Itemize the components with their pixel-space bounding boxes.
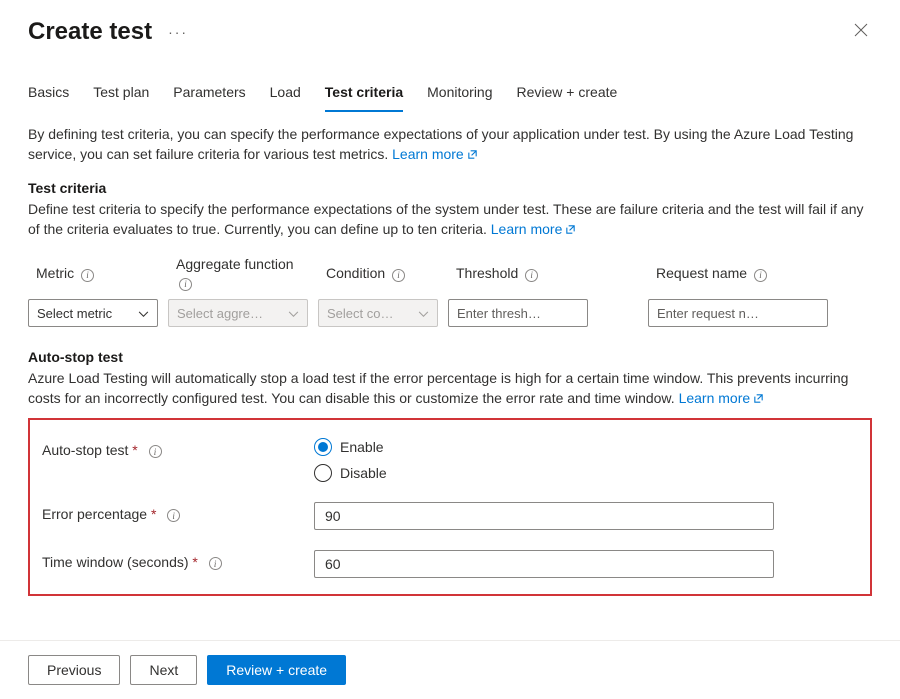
footer-bar: Previous Next Review + create xyxy=(0,640,900,699)
col-request-name: Request name i xyxy=(648,265,828,291)
test-criteria-title: Test criteria xyxy=(28,180,872,196)
info-icon[interactable]: i xyxy=(392,269,405,282)
test-criteria-desc-body: Define test criteria to specify the perf… xyxy=(28,201,863,237)
intro-learn-more-link[interactable]: Learn more xyxy=(392,146,478,162)
auto-stop-highlight: Auto-stop test * i Enable Disable Error … xyxy=(28,418,872,596)
tab-review-create[interactable]: Review + create xyxy=(517,84,618,112)
metric-select[interactable]: Select metric xyxy=(28,299,158,327)
chevron-down-icon xyxy=(418,306,429,321)
next-button[interactable]: Next xyxy=(130,655,197,685)
radio-enable[interactable]: Enable xyxy=(314,438,387,456)
tab-monitoring[interactable]: Monitoring xyxy=(427,84,492,112)
time-window-label: Time window (seconds) * i xyxy=(42,550,314,571)
error-percentage-label: Error percentage * i xyxy=(42,502,314,523)
request-name-input[interactable] xyxy=(648,299,828,327)
auto-stop-title: Auto-stop test xyxy=(28,349,872,365)
radio-disable[interactable]: Disable xyxy=(314,464,387,482)
info-icon[interactable]: i xyxy=(167,509,180,522)
previous-button[interactable]: Previous xyxy=(28,655,120,685)
condition-select[interactable]: Select co… xyxy=(318,299,438,327)
tab-load[interactable]: Load xyxy=(270,84,301,112)
col-metric: Metric i xyxy=(28,265,158,291)
info-icon[interactable]: i xyxy=(525,269,538,282)
close-icon[interactable] xyxy=(850,19,872,46)
tab-test-criteria[interactable]: Test criteria xyxy=(325,84,403,112)
col-threshold: Threshold i xyxy=(448,265,588,291)
auto-stop-desc: Azure Load Testing will automatically st… xyxy=(28,368,872,410)
info-icon[interactable]: i xyxy=(81,269,94,282)
tab-parameters[interactable]: Parameters xyxy=(173,84,245,112)
tabs-bar: Basics Test plan Parameters Load Test cr… xyxy=(0,54,900,112)
page-title: Create test xyxy=(28,18,152,46)
header-bar: Create test ··· xyxy=(0,0,900,54)
review-create-button[interactable]: Review + create xyxy=(207,655,346,685)
chevron-down-icon xyxy=(138,306,149,321)
error-percentage-input[interactable] xyxy=(314,502,774,530)
more-icon[interactable]: ··· xyxy=(168,24,188,40)
intro-text: By defining test criteria, you can speci… xyxy=(28,124,872,166)
aggregate-select[interactable]: Select aggre… xyxy=(168,299,308,327)
threshold-input[interactable] xyxy=(448,299,588,327)
radio-enable-label: Enable xyxy=(340,439,384,455)
time-window-input[interactable] xyxy=(314,550,774,578)
tab-test-plan[interactable]: Test plan xyxy=(93,84,149,112)
col-aggregate: Aggregate function i xyxy=(168,256,308,299)
external-link-icon xyxy=(753,389,764,409)
external-link-icon xyxy=(467,145,478,165)
auto-stop-label: Auto-stop test * i xyxy=(42,438,314,459)
external-link-icon xyxy=(565,220,576,240)
auto-stop-learn-more-link[interactable]: Learn more xyxy=(679,390,765,406)
info-icon[interactable]: i xyxy=(149,445,162,458)
chevron-down-icon xyxy=(288,306,299,321)
info-icon[interactable]: i xyxy=(754,269,767,282)
radio-icon-unchecked xyxy=(314,464,332,482)
radio-disable-label: Disable xyxy=(340,465,387,481)
radio-icon-checked xyxy=(314,438,332,456)
info-icon[interactable]: i xyxy=(179,278,192,291)
info-icon[interactable]: i xyxy=(209,557,222,570)
test-criteria-learn-more-link[interactable]: Learn more xyxy=(491,221,577,237)
test-criteria-desc: Define test criteria to specify the perf… xyxy=(28,199,872,241)
col-condition: Condition i xyxy=(318,265,438,291)
tab-basics[interactable]: Basics xyxy=(28,84,69,112)
